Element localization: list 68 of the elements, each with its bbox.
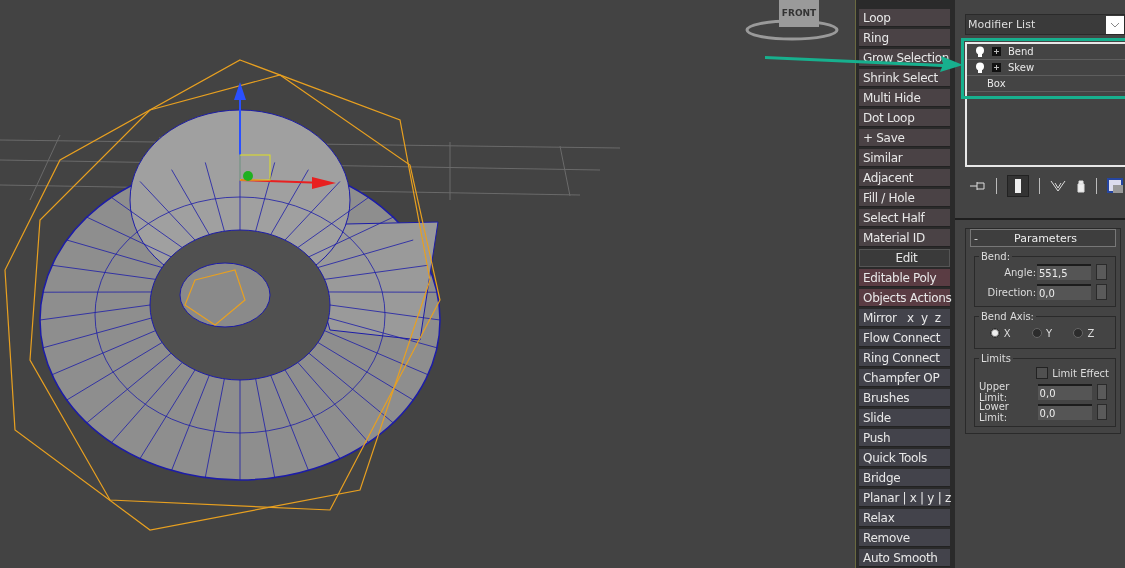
- angle-field[interactable]: 551,5: [1037, 264, 1091, 280]
- tool-button[interactable]: Mirror x y z: [859, 309, 950, 327]
- tool-button[interactable]: Relax: [859, 509, 950, 527]
- radio-button[interactable]: [989, 328, 1000, 338]
- bin-icon[interactable]: [1076, 179, 1086, 193]
- tool-button[interactable]: Push: [859, 429, 950, 447]
- caret-icon: [1106, 15, 1124, 34]
- tool-button[interactable]: + Save: [859, 129, 950, 147]
- rollout-header[interactable]: - Parameters: [970, 229, 1116, 247]
- tool-button[interactable]: Bridge: [859, 469, 950, 487]
- checkbox[interactable]: [1036, 367, 1049, 379]
- modifier-stack[interactable]: Bend Skew Box: [965, 42, 1125, 167]
- tool-button[interactable]: Ring Connect: [859, 349, 950, 367]
- group-title: Limits: [980, 353, 1012, 364]
- tool-button[interactable]: Select Half: [859, 209, 950, 227]
- direction-field[interactable]: 0,0: [1037, 284, 1091, 300]
- tool-button[interactable]: Flow Connect: [859, 329, 950, 347]
- lower-limit-field[interactable]: 0,0: [1037, 404, 1092, 420]
- field-label: Direction:: [987, 286, 1036, 298]
- expand-icon: [992, 63, 1001, 72]
- tool-button[interactable]: Adjacent: [859, 169, 950, 187]
- show-end-result-icon[interactable]: [1007, 175, 1029, 197]
- viewcube-icon: [745, 0, 839, 41]
- spinner-icon[interactable]: [1096, 404, 1107, 420]
- viewcube-label: FRONT: [781, 8, 817, 18]
- field-label: Lower Limit:: [979, 401, 1010, 423]
- tool-button[interactable]: Material ID: [859, 229, 950, 247]
- lightbulb-icon: [975, 45, 985, 58]
- modifier-stack-item[interactable]: Bend: [967, 44, 1125, 60]
- tool-button[interactable]: Fill / Hole: [859, 189, 950, 207]
- radio-button[interactable]: [1031, 328, 1042, 338]
- spinner-icon[interactable]: [1096, 284, 1107, 300]
- modifier-stack-item[interactable]: Skew: [967, 60, 1125, 76]
- spinner-icon[interactable]: [1096, 264, 1107, 280]
- radio-label: Y: [1045, 327, 1053, 339]
- tool-button[interactable]: Planar | x | y | z: [859, 489, 950, 507]
- tool-button[interactable]: Editable Poly: [859, 269, 950, 287]
- modifier-list-dropdown[interactable]: Modifier List: [965, 14, 1125, 35]
- configure-icon[interactable]: [1107, 178, 1125, 194]
- lightbulb-icon: [975, 61, 985, 74]
- tool-button[interactable]: Slide: [859, 409, 950, 427]
- radio-label: Z: [1087, 327, 1095, 339]
- modifier-stack-item[interactable]: Box: [967, 76, 1125, 92]
- spinner-icon[interactable]: [1096, 384, 1107, 400]
- tool-button[interactable]: Brushes: [859, 389, 950, 407]
- tool-button[interactable]: Ring: [859, 29, 950, 47]
- group-title: Bend Axis:: [980, 311, 1035, 322]
- tool-button[interactable]: Auto Smooth: [859, 549, 950, 567]
- radio-button[interactable]: [1073, 328, 1084, 338]
- tool-button[interactable]: Similar: [859, 149, 950, 167]
- tool-button[interactable]: Shrink Select: [859, 69, 950, 87]
- tool-button[interactable]: Objects Actions: [859, 289, 950, 307]
- tool-button[interactable]: Champfer OP: [859, 369, 950, 387]
- group-title: Bend:: [980, 251, 1012, 262]
- field-label: Upper Limit:: [979, 381, 1011, 403]
- tool-button[interactable]: Loop: [859, 9, 950, 27]
- tool-button[interactable]: Quick Tools: [859, 449, 950, 467]
- pin-icon[interactable]: [970, 180, 986, 192]
- tool-button[interactable]: Remove: [859, 529, 950, 547]
- tool-button[interactable]: Dot Loop: [859, 109, 950, 127]
- field-label: Angle:: [1004, 266, 1036, 278]
- upper-limit-field[interactable]: 0,0: [1037, 384, 1092, 400]
- expand-icon: [992, 47, 1001, 56]
- tool-button[interactable]: Multi Hide: [859, 89, 950, 107]
- fork-icon[interactable]: [1050, 179, 1066, 193]
- radio-label: X: [1003, 327, 1011, 339]
- checkbox-label: Limit Effect: [1052, 367, 1109, 379]
- tool-button[interactable]: Edit: [859, 249, 950, 267]
